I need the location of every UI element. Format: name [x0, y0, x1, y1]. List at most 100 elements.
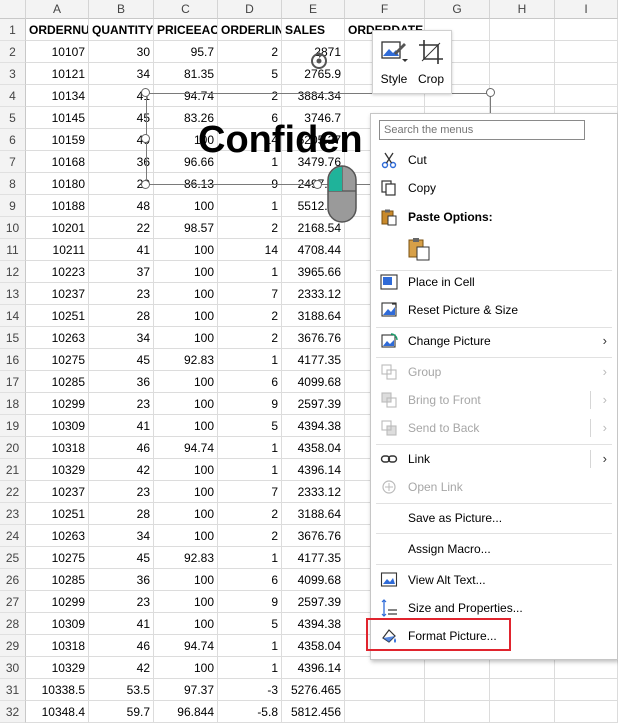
- row-header[interactable]: 31: [0, 679, 26, 701]
- column-header-e[interactable]: E: [282, 0, 345, 19]
- table-cell[interactable]: 10318: [26, 635, 89, 657]
- table-cell[interactable]: 95.7: [154, 41, 218, 63]
- menu-item-view-alt-text[interactable]: View Alt Text...: [371, 567, 617, 593]
- table-cell[interactable]: 10180: [26, 173, 89, 195]
- table-cell[interactable]: [555, 85, 618, 107]
- row-header[interactable]: 32: [0, 701, 26, 723]
- table-cell[interactable]: 41: [89, 415, 154, 437]
- row-header[interactable]: 17: [0, 371, 26, 393]
- table-cell[interactable]: [490, 85, 555, 107]
- table-cell[interactable]: 10348.4: [26, 701, 89, 723]
- table-cell[interactable]: 23: [89, 393, 154, 415]
- table-cell[interactable]: -3: [218, 679, 282, 701]
- table-cell[interactable]: 100: [154, 305, 218, 327]
- table-cell[interactable]: 48: [89, 195, 154, 217]
- table-cell[interactable]: 10223: [26, 261, 89, 283]
- table-cell[interactable]: 59.7: [89, 701, 154, 723]
- table-cell[interactable]: 100: [154, 239, 218, 261]
- table-cell[interactable]: 3965.66: [282, 261, 345, 283]
- table-cell[interactable]: 1: [218, 547, 282, 569]
- table-cell[interactable]: 46: [89, 437, 154, 459]
- table-cell[interactable]: 4708.44: [282, 239, 345, 261]
- row-header[interactable]: 22: [0, 481, 26, 503]
- table-cell[interactable]: 94.74: [154, 635, 218, 657]
- table-cell[interactable]: 4394.38: [282, 613, 345, 635]
- table-cell[interactable]: 37: [89, 261, 154, 283]
- table-cell[interactable]: [345, 701, 425, 723]
- table-cell[interactable]: 5812.456: [282, 701, 345, 723]
- column-header-g[interactable]: G: [425, 0, 490, 19]
- table-cell[interactable]: 45: [89, 107, 154, 129]
- table-cell[interactable]: 100: [154, 525, 218, 547]
- table-cell[interactable]: 10168: [26, 151, 89, 173]
- table-cell[interactable]: 28: [89, 503, 154, 525]
- resize-handle-bottom-left[interactable]: [141, 180, 150, 189]
- table-cell[interactable]: 36: [89, 151, 154, 173]
- column-header-b[interactable]: B: [89, 0, 154, 19]
- table-cell[interactable]: 10237: [26, 283, 89, 305]
- table-cell[interactable]: 10211: [26, 239, 89, 261]
- table-cell[interactable]: 10275: [26, 547, 89, 569]
- row-header[interactable]: 1: [0, 19, 26, 41]
- table-cell[interactable]: 2: [218, 525, 282, 547]
- menu-item-assign-macro[interactable]: Assign Macro...: [371, 536, 617, 562]
- table-cell[interactable]: [555, 41, 618, 63]
- row-header[interactable]: 9: [0, 195, 26, 217]
- table-cell[interactable]: 10121: [26, 63, 89, 85]
- table-cell[interactable]: 9: [218, 393, 282, 415]
- table-cell[interactable]: 100: [154, 459, 218, 481]
- column-title-cell[interactable]: QUANTITY: [89, 19, 154, 41]
- table-cell[interactable]: 100: [154, 481, 218, 503]
- table-cell[interactable]: 23: [89, 283, 154, 305]
- table-cell[interactable]: 94.74: [154, 437, 218, 459]
- column-header-h[interactable]: H: [490, 0, 555, 19]
- table-cell[interactable]: 10263: [26, 525, 89, 547]
- table-cell[interactable]: 5: [218, 613, 282, 635]
- table-cell[interactable]: [490, 657, 555, 679]
- table-cell[interactable]: 36: [89, 371, 154, 393]
- table-cell[interactable]: 10299: [26, 393, 89, 415]
- table-cell[interactable]: 10145: [26, 107, 89, 129]
- table-cell[interactable]: 10251: [26, 305, 89, 327]
- column-title-cell[interactable]: PRICEEAC: [154, 19, 218, 41]
- table-cell[interactable]: 10309: [26, 415, 89, 437]
- table-cell[interactable]: 5: [218, 415, 282, 437]
- column-header-c[interactable]: C: [154, 0, 218, 19]
- table-cell[interactable]: 4099.68: [282, 371, 345, 393]
- style-button[interactable]: Style: [376, 35, 412, 89]
- table-cell[interactable]: 23: [89, 591, 154, 613]
- table-cell[interactable]: 10201: [26, 217, 89, 239]
- table-cell[interactable]: 1: [218, 635, 282, 657]
- row-header[interactable]: 11: [0, 239, 26, 261]
- table-cell[interactable]: 7: [218, 283, 282, 305]
- table-cell[interactable]: 100: [154, 327, 218, 349]
- table-cell[interactable]: 9: [218, 591, 282, 613]
- table-cell[interactable]: 4396.14: [282, 459, 345, 481]
- column-title-cell[interactable]: SALES: [282, 19, 345, 41]
- table-cell[interactable]: 22: [89, 217, 154, 239]
- table-cell[interactable]: 10338.5: [26, 679, 89, 701]
- table-cell[interactable]: 10134: [26, 85, 89, 107]
- table-cell[interactable]: 100: [154, 569, 218, 591]
- row-header[interactable]: 25: [0, 547, 26, 569]
- rotate-handle-icon[interactable]: [308, 50, 330, 72]
- row-header[interactable]: 21: [0, 459, 26, 481]
- row-header[interactable]: 20: [0, 437, 26, 459]
- table-cell[interactable]: 10159: [26, 129, 89, 151]
- table-cell[interactable]: 92.83: [154, 547, 218, 569]
- table-cell[interactable]: 46: [89, 635, 154, 657]
- table-cell[interactable]: 4396.14: [282, 657, 345, 679]
- table-cell[interactable]: 100: [154, 503, 218, 525]
- table-cell[interactable]: 45: [89, 547, 154, 569]
- column-title-cell[interactable]: [490, 19, 555, 41]
- table-cell[interactable]: 2: [218, 41, 282, 63]
- row-header[interactable]: 28: [0, 613, 26, 635]
- row-header[interactable]: 29: [0, 635, 26, 657]
- menu-item-save-as-picture[interactable]: Save as Picture...: [371, 505, 617, 531]
- table-cell[interactable]: 4099.68: [282, 569, 345, 591]
- table-cell[interactable]: 4177.35: [282, 349, 345, 371]
- table-cell[interactable]: 2: [218, 305, 282, 327]
- column-header-d[interactable]: D: [218, 0, 282, 19]
- menu-item-copy[interactable]: Copy: [371, 175, 617, 201]
- select-all-corner[interactable]: [0, 0, 26, 19]
